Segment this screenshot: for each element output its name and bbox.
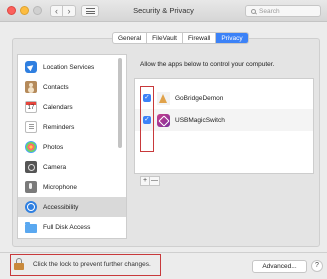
help-button[interactable]: ? [311, 260, 323, 272]
app-list: ✓ GoBridgeDemon ✓ USBMagicSwitch [134, 78, 314, 174]
accessibility-icon [25, 201, 37, 213]
list-item[interactable]: ✓ USBMagicSwitch [135, 109, 313, 131]
sidebar-item-label: Calendars [43, 103, 73, 111]
contacts-book-icon [25, 81, 37, 93]
add-app-button[interactable]: + [140, 176, 150, 186]
folder-icon [25, 221, 37, 233]
remove-app-button[interactable]: — [150, 176, 160, 186]
sidebar-item-photos[interactable]: Photos [18, 137, 126, 157]
lock-highlight [10, 254, 161, 276]
tab-firewall[interactable]: Firewall [183, 33, 217, 43]
reminders-list-icon [25, 121, 37, 133]
sidebar-item-label: Reminders [43, 123, 75, 131]
title-bar: ‹ › Security & Privacy Search [0, 0, 327, 22]
usbmagicswitch-app-icon [157, 113, 170, 127]
sidebar-item-microphone[interactable]: Microphone [18, 177, 126, 197]
sidebar-item-label: Location Services [43, 63, 95, 71]
sidebar-item-label: Contacts [43, 83, 69, 91]
sidebar-item-full-disk-access[interactable]: Full Disk Access [18, 217, 126, 237]
app-name: USBMagicSwitch [175, 116, 225, 124]
accessibility-prompt: Allow the apps below to control your com… [140, 61, 275, 68]
sidebar-item-label: Full Disk Access [43, 223, 91, 231]
privacy-category-list: Location Services Contacts Calendars Rem… [17, 54, 127, 239]
calendar-icon [25, 101, 37, 113]
sidebar-item-calendars[interactable]: Calendars [18, 97, 126, 117]
tab-general[interactable]: General [113, 33, 148, 43]
tab-bar: General FileVault Firewall Privacy [112, 32, 249, 44]
tab-filevault[interactable]: FileVault [147, 33, 183, 43]
location-arrow-icon [25, 61, 37, 73]
sidebar-item-contacts[interactable]: Contacts [18, 77, 126, 97]
preferences-window: ‹ › Security & Privacy Search General Fi… [0, 0, 327, 279]
list-item[interactable]: ✓ GoBridgeDemon [135, 87, 313, 109]
sidebar-scrollbar[interactable] [118, 58, 122, 148]
checkbox-highlight [140, 86, 154, 152]
sidebar-item-label: Camera [43, 163, 67, 171]
gobridge-app-icon [157, 91, 170, 105]
sidebar-item-location-services[interactable]: Location Services [18, 57, 126, 77]
sidebar-item-label: Photos [43, 143, 64, 151]
search-input[interactable]: Search [245, 5, 321, 17]
sidebar-item-accessibility[interactable]: Accessibility [18, 197, 126, 217]
footer-divider [0, 252, 327, 253]
camera-icon [25, 161, 37, 173]
add-remove-control: + — [140, 176, 160, 186]
sidebar-item-camera[interactable]: Camera [18, 157, 126, 177]
microphone-icon [25, 181, 37, 193]
advanced-button[interactable]: Advanced... [252, 260, 307, 273]
app-name: GoBridgeDemon [175, 94, 224, 102]
search-placeholder: Search [259, 7, 280, 15]
tab-privacy[interactable]: Privacy [216, 33, 248, 43]
sidebar-item-reminders[interactable]: Reminders [18, 117, 126, 137]
sidebar-item-label: Microphone [43, 183, 77, 191]
search-icon [251, 8, 256, 14]
photos-flower-icon [25, 141, 37, 153]
sidebar-item-label: Accessibility [43, 203, 79, 211]
